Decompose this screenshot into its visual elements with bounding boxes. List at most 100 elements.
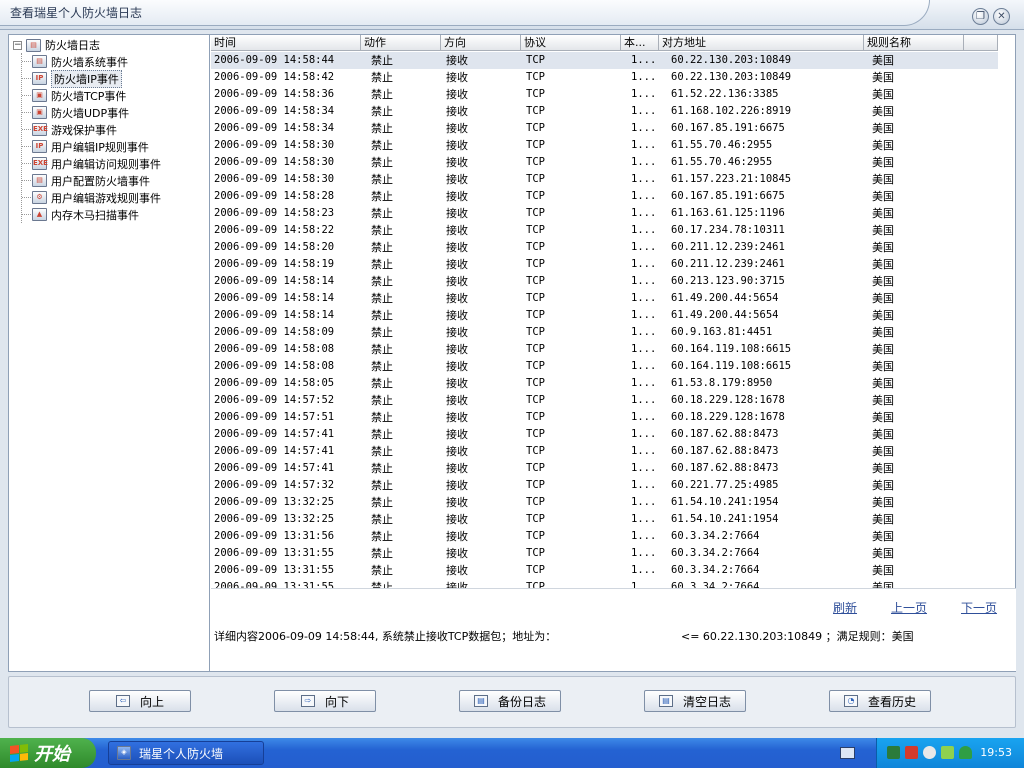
- table-cell: TCP: [526, 530, 545, 542]
- column-header[interactable]: 协议: [521, 35, 621, 51]
- tree-item[interactable]: ⚙ 用户编辑游戏规则事件: [22, 189, 161, 206]
- down-button[interactable]: ⇨ 向下: [274, 690, 376, 712]
- table-row[interactable]: 2006-09-09 13:32:25 禁止 接收 TCP 1... 61.54.10.2…: [211, 494, 998, 511]
- start-button[interactable]: 开始: [0, 738, 96, 768]
- tree-item[interactable]: IP 用户编辑IP规则事件: [22, 138, 161, 155]
- restore-button[interactable]: ❐: [972, 8, 989, 25]
- doc-icon: ▤: [32, 55, 47, 68]
- table-cell: 60.17.234.78:10311: [671, 224, 785, 236]
- taskbar-item-firewall[interactable]: ◈ 瑞星个人防火墙: [108, 741, 264, 765]
- table-row[interactable]: 2006-09-09 14:58:14 禁止 接收 TCP 1... 60.213.123…: [211, 273, 998, 290]
- tree-item[interactable]: ▣ 防火墙UDP事件: [22, 104, 161, 121]
- table-cell: TCP: [526, 54, 545, 66]
- network-icon[interactable]: [887, 746, 900, 759]
- view-history-button[interactable]: ◔ 查看历史: [829, 690, 931, 712]
- table-row[interactable]: 2006-09-09 13:31:56 禁止 接收 TCP 1... 60.3.34.2:…: [211, 528, 998, 545]
- table-row[interactable]: 2006-09-09 14:58:34 禁止 接收 TCP 1... 60.167.85.…: [211, 120, 998, 137]
- prev-page-link[interactable]: 上一页: [891, 599, 927, 616]
- table-row[interactable]: 2006-09-09 13:31:55 禁止 接收 TCP 1... 60.3.34.2:…: [211, 545, 998, 562]
- up-button-label: 向上: [139, 694, 164, 709]
- column-header[interactable]: 本...: [621, 35, 659, 51]
- keyboard-icon[interactable]: [840, 747, 855, 759]
- table-cell: 禁止: [371, 241, 393, 254]
- column-header[interactable]: 规则名称: [864, 35, 964, 51]
- column-header[interactable]: 对方地址: [659, 35, 864, 51]
- column-header[interactable]: 方向: [441, 35, 521, 51]
- tree-item-label: 防火墙UDP事件: [51, 106, 130, 120]
- table-row[interactable]: 2006-09-09 14:58:42 禁止 接收 TCP 1... 60.22.130.…: [211, 69, 998, 86]
- config-icon: ▤: [32, 174, 47, 187]
- table-cell: 美国: [872, 394, 894, 407]
- table-row[interactable]: 2006-09-09 13:32:25 禁止 接收 TCP 1... 61.54.10.2…: [211, 511, 998, 528]
- table-row[interactable]: 2006-09-09 14:58:14 禁止 接收 TCP 1... 61.49.200.…: [211, 307, 998, 324]
- scan-icon: ▲: [32, 208, 47, 221]
- antivirus-icon[interactable]: [941, 746, 954, 759]
- tree-item[interactable]: EXE 游戏保护事件: [22, 121, 161, 138]
- table-row[interactable]: 2006-09-09 14:58:30 禁止 接收 TCP 1... 61.157.223…: [211, 171, 998, 188]
- table-row[interactable]: 2006-09-09 14:58:20 禁止 接收 TCP 1... 60.211.12.…: [211, 239, 998, 256]
- table-row[interactable]: 2006-09-09 14:58:30 禁止 接收 TCP 1... 61.55.70.4…: [211, 137, 998, 154]
- close-button[interactable]: ✕: [993, 8, 1010, 25]
- table-row[interactable]: 2006-09-09 14:58:36 禁止 接收 TCP 1... 61.52.22.1…: [211, 86, 998, 103]
- table-row[interactable]: 2006-09-09 14:57:52 禁止 接收 TCP 1... 60.18.229.…: [211, 392, 998, 409]
- backup-log-button[interactable]: ▤ 备份日志: [459, 690, 561, 712]
- table-cell: 2006-09-09 14:58:36: [214, 88, 335, 100]
- table-row[interactable]: 2006-09-09 14:58:14 禁止 接收 TCP 1... 61.49.200.…: [211, 290, 998, 307]
- tree-item[interactable]: EXE 用户编辑访问规则事件: [22, 155, 161, 172]
- table-cell: TCP: [526, 309, 545, 321]
- table-row[interactable]: 2006-09-09 14:58:09 禁止 接收 TCP 1... 60.9.163.8…: [211, 324, 998, 341]
- tree-item-label: 用户配置防火墙事件: [51, 174, 150, 188]
- table-row[interactable]: 2006-09-09 14:58:22 禁止 接收 TCP 1... 60.17.234.…: [211, 222, 998, 239]
- table-cell: 接收: [446, 190, 468, 203]
- table-cell: 1...: [631, 343, 657, 355]
- refresh-link[interactable]: 刷新: [833, 599, 857, 616]
- table-row[interactable]: 2006-09-09 14:58:19 禁止 接收 TCP 1... 60.211.12.…: [211, 256, 998, 273]
- table-row[interactable]: 2006-09-09 13:31:55 禁止 接收 TCP 1... 60.3.34.2:…: [211, 562, 998, 579]
- table-cell: 1...: [631, 377, 657, 389]
- game-edit-icon: ⚙: [32, 191, 47, 204]
- table-cell: 61.49.200.44:5654: [671, 292, 779, 304]
- history-icon: ◔: [843, 695, 858, 707]
- table-row[interactable]: 2006-09-09 14:57:41 禁止 接收 TCP 1... 60.187.62.…: [211, 443, 998, 460]
- table-cell: 接收: [446, 88, 468, 101]
- tree-item[interactable]: ▤ 防火墙系统事件: [22, 53, 161, 70]
- tree-item[interactable]: ▤ 用户配置防火墙事件: [22, 172, 161, 189]
- table-row[interactable]: 2006-09-09 14:58:08 禁止 接收 TCP 1... 60.164.119…: [211, 341, 998, 358]
- volume-icon[interactable]: [923, 746, 936, 759]
- tree-item[interactable]: IP 防火墙IP事件: [22, 69, 161, 88]
- table-cell: 2006-09-09 13:31:56: [214, 530, 335, 542]
- table-cell: 61.55.70.46:2955: [671, 139, 773, 151]
- column-header[interactable]: 时间: [211, 35, 361, 51]
- table-row[interactable]: 2006-09-09 14:58:44 禁止 接收 TCP 1... 60.22.130.…: [211, 52, 998, 69]
- tree-item[interactable]: ▲ 内存木马扫描事件: [22, 206, 161, 223]
- table-cell: 接收: [446, 445, 468, 458]
- backup-icon: ▤: [473, 695, 488, 707]
- table-cell: TCP: [526, 462, 545, 474]
- table-cell: 禁止: [371, 479, 393, 492]
- table-row[interactable]: 2006-09-09 14:57:41 禁止 接收 TCP 1... 60.187.62.…: [211, 460, 998, 477]
- table-cell: 60.18.229.128:1678: [671, 394, 785, 406]
- tree-root[interactable]: − ▤ 防火墙日志: [13, 37, 100, 53]
- table-row[interactable]: 2006-09-09 14:58:23 禁止 接收 TCP 1... 61.163.61.…: [211, 205, 998, 222]
- table-row[interactable]: 2006-09-09 14:57:32 禁止 接收 TCP 1... 60.221.77.…: [211, 477, 998, 494]
- table-row[interactable]: 2006-09-09 14:57:41 禁止 接收 TCP 1... 60.187.62.…: [211, 426, 998, 443]
- column-header[interactable]: 动作: [361, 35, 441, 51]
- table-row[interactable]: 2006-09-09 13:31:55 禁止 接收 TCP 1... 60.3.34.2:…: [211, 579, 998, 588]
- up-button[interactable]: ⇦ 向上: [89, 690, 191, 712]
- collapse-icon[interactable]: −: [13, 40, 22, 50]
- clear-log-button[interactable]: ▤ 清空日志: [644, 690, 746, 712]
- table-row[interactable]: 2006-09-09 14:58:30 禁止 接收 TCP 1... 61.55.70.4…: [211, 154, 998, 171]
- next-page-link[interactable]: 下一页: [961, 599, 997, 616]
- table-row[interactable]: 2006-09-09 14:58:05 禁止 接收 TCP 1... 61.53.8.17…: [211, 375, 998, 392]
- table-row[interactable]: 2006-09-09 14:58:08 禁止 接收 TCP 1... 60.164.119…: [211, 358, 998, 375]
- table-cell: 2006-09-09 14:58:08: [214, 343, 335, 355]
- table-cell: 60.187.62.88:8473: [671, 445, 779, 457]
- table-row[interactable]: 2006-09-09 14:58:34 禁止 接收 TCP 1... 61.168.102…: [211, 103, 998, 120]
- firewall-tray-icon[interactable]: [905, 746, 918, 759]
- table-row[interactable]: 2006-09-09 14:57:51 禁止 接收 TCP 1... 60.18.229.…: [211, 409, 998, 426]
- umbrella-icon[interactable]: [959, 746, 972, 759]
- tree-item[interactable]: ▣ 防火墙TCP事件: [22, 87, 161, 104]
- table-cell: 1...: [631, 241, 657, 253]
- table-cell: 禁止: [371, 156, 393, 169]
- table-row[interactable]: 2006-09-09 14:58:28 禁止 接收 TCP 1... 60.167.85.…: [211, 188, 998, 205]
